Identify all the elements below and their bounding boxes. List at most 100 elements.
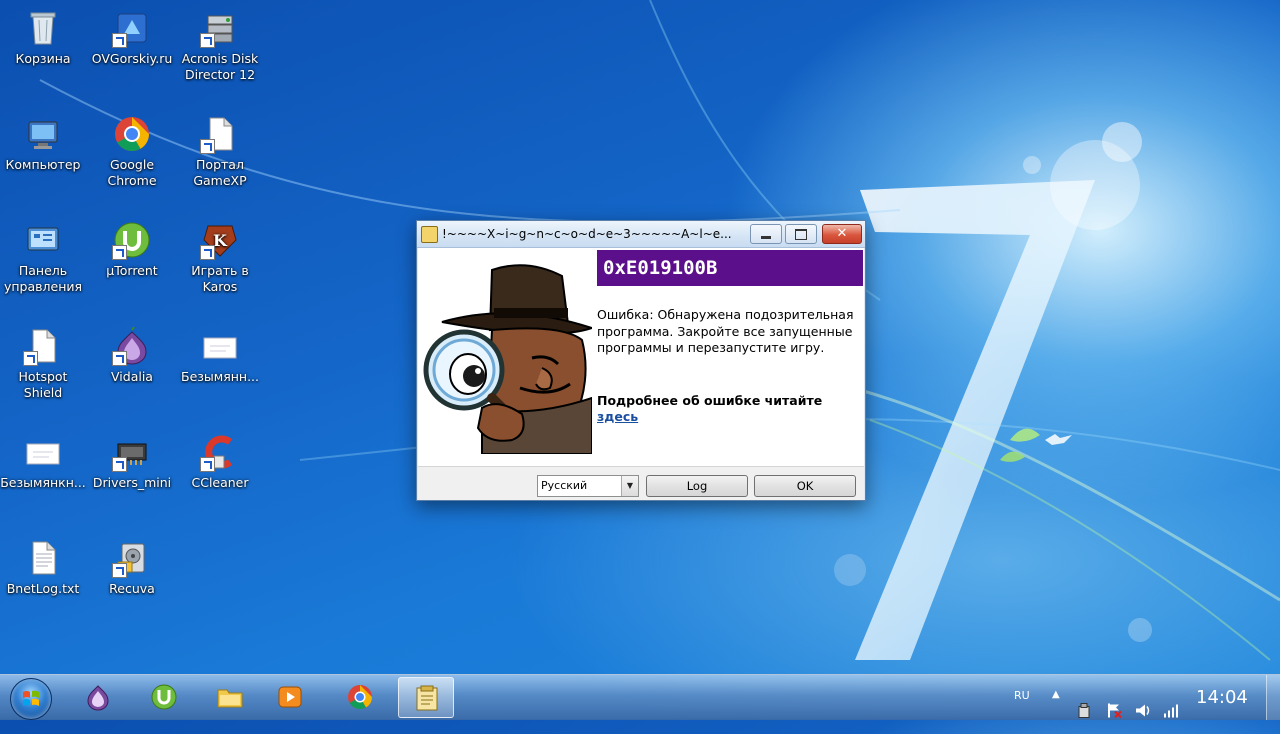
text-file-icon [23,538,63,578]
dialog-title: !~~~~X~i~g~n~c~o~d~e~3~~~~~A~l~e... [442,227,732,241]
desktop-icon-label: µTorrent [106,263,158,278]
desktop-icon-computer[interactable]: Компьютер [0,110,86,202]
desktop-icon-label: Безымянкн... [0,475,86,490]
desktop-icon-label: Hotspot Shield [18,369,68,400]
taskbar-media-player[interactable] [262,677,318,718]
taskbar-clock[interactable]: 14:04 [1196,687,1248,708]
desktop-icon-untitled-2[interactable]: Безымянкн... [0,428,86,520]
desktop-icon-chrome[interactable]: Google Chrome [89,110,175,202]
taskbar-xigncode-dialog[interactable] [398,677,454,718]
website-shortcut-icon [112,8,152,48]
chevron-down-icon[interactable]: ▼ [621,476,638,496]
shortcut-arrow-icon [112,457,127,472]
shortcut-arrow-icon [200,33,215,48]
log-button[interactable]: Log [646,475,748,497]
svg-text:K: K [213,231,228,250]
desktop-icon-label: Играть в Karos [191,263,249,294]
shortcut-arrow-icon [112,245,127,260]
minimize-icon [761,236,771,239]
chrome-icon [348,685,372,710]
desktop-icon-label: Recuva [109,581,155,596]
safely-remove-icon[interactable] [1076,688,1094,733]
desktop-icon-label: BnetLog.txt [6,581,80,596]
desktop-icon-untitled-1[interactable]: Безымянн... [177,322,263,414]
shortcut-arrow-icon [112,33,127,48]
xigncode-dialog-icon [416,685,438,711]
recuva-icon [112,538,152,578]
recycle-bin-icon [23,8,63,48]
onion-icon [112,326,152,366]
taskbar-utorrent[interactable] [136,677,192,718]
detective-illustration [423,264,592,454]
desktop-icon-drivers-mini[interactable]: Drivers_mini [89,428,175,520]
acronis-icon [200,8,240,48]
computer-icon [23,114,63,154]
dialog-footer: Русский ▼ Log OK [418,466,864,500]
show-desktop-button[interactable] [1266,675,1280,720]
taskbar-chrome[interactable] [332,677,388,718]
desktop-icon-ovgorskiy[interactable]: OVGorskiy.ru [89,4,175,96]
details-link[interactable]: здесь [597,409,638,424]
ok-button[interactable]: OK [754,475,856,497]
utorrent-icon [112,220,152,260]
dialog-body: 0xE019100B Ошибка: Обнаружена подозрител… [418,248,864,466]
desktop-icon-recycle-bin[interactable]: Корзина [0,4,86,96]
shortcut-arrow-icon [200,245,215,260]
shortcut-arrow-icon [23,351,38,366]
error-code-banner: 0xE019100B [597,250,863,286]
maximize-button[interactable] [785,224,817,244]
shortcut-arrow-icon [112,351,127,366]
karos-icon: K [200,220,240,260]
desktop-icon-control-panel[interactable]: Панель управления [0,216,86,308]
desktop-icon-label: Панель управления [3,263,83,294]
more-info-text: Подробнее об ошибке читайте [597,393,823,408]
desktop-icon-acronis[interactable]: Acronis Disk Director 12 [177,4,263,96]
shortcut-arrow-icon [200,457,215,472]
volume-icon[interactable] [1134,688,1152,733]
desktop-icon-ccleaner[interactable]: CCleaner [177,428,263,520]
language-select[interactable]: Русский ▼ [537,475,639,497]
action-center-icon[interactable] [1106,688,1124,733]
taskbar-vidalia[interactable] [70,677,126,718]
desktop-icon-label: Портал GameXP [193,157,247,188]
desktop-icon-label: Безымянн... [181,369,259,384]
drivers-icon [112,432,152,472]
ccleaner-icon [200,432,240,472]
blank-doc-icon [200,326,240,366]
desktop-icon-vidalia[interactable]: Vidalia [89,322,175,414]
desktop-icon-label: OVGorskiy.ru [91,51,173,66]
desktop-icon-label: Drivers_mini [92,475,172,490]
close-button[interactable]: ✕ [822,224,862,244]
show-hidden-icons-icon[interactable]: ▲ [1052,689,1060,734]
chrome-icon [112,114,152,154]
start-button[interactable] [10,678,52,720]
blank-doc-icon [23,432,63,472]
minimize-button[interactable] [750,224,782,244]
maximize-icon [795,229,807,240]
desktop-icon-recuva[interactable]: Recuva [89,534,175,626]
shortcut-arrow-icon [112,563,127,578]
file-shortcut-icon [200,114,240,154]
shortcut-arrow-icon [200,139,215,154]
desktop-icon-label: Компьютер [5,157,81,172]
desktop-icon-bnetlog[interactable]: BnetLog.txt [0,534,86,626]
windows-logo-icon [23,690,39,706]
desktop-icon-label: Acronis Disk Director 12 [181,51,259,82]
desktop-icon-karos[interactable]: K Играть в Karos [177,216,263,308]
close-icon: ✕ [836,226,848,241]
media-player-icon [278,686,302,708]
desktop-icon-gamexp[interactable]: Портал GameXP [177,110,263,202]
file-shortcut-icon [23,326,63,366]
taskbar-explorer[interactable] [202,677,258,718]
dialog-titlebar[interactable]: !~~~~X~i~g~n~c~o~d~e~3~~~~~A~l~e... ✕ [417,221,865,248]
language-indicator[interactable]: RU [1014,689,1030,734]
taskbar: RU ▲ 14:04 [0,674,1280,720]
utorrent-icon [151,684,177,710]
xigncode-error-dialog: !~~~~X~i~g~n~c~o~d~e~3~~~~~A~l~e... ✕ 0x… [416,220,866,501]
app-icon [421,226,438,243]
desktop-icon-utorrent[interactable]: µTorrent [89,216,175,308]
desktop-icon-hotspot-shield[interactable]: Hotspot Shield [0,322,86,414]
network-signal-icon[interactable] [1162,688,1180,733]
language-select-value: Русский [541,479,588,492]
onion-icon [87,685,109,711]
